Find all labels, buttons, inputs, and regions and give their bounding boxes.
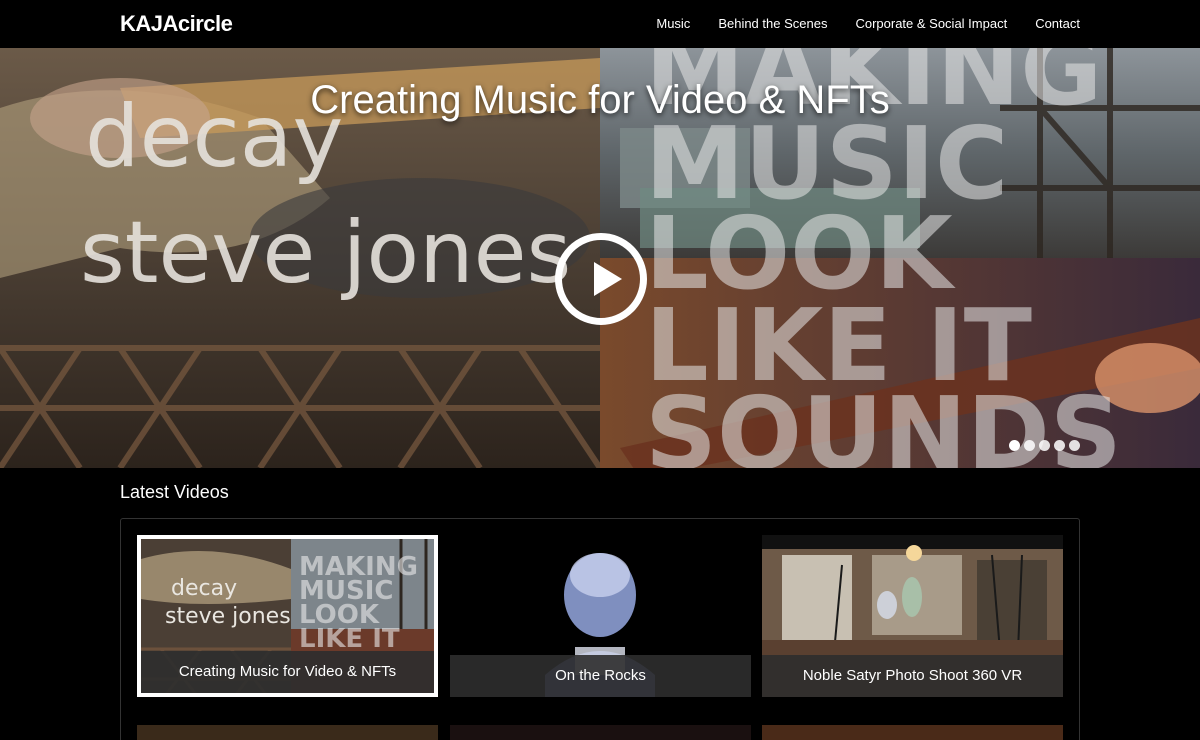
hero-carousel: decay steve jones MAKING MUSIC LOOK LIKE… (0, 48, 1200, 468)
carousel-dot-5[interactable] (1069, 440, 1080, 451)
video-caption: Noble Satyr Photo Shoot 360 VR (762, 655, 1063, 697)
thumb-text-decay: decay (171, 576, 237, 601)
video-card-partial-3[interactable] (762, 725, 1063, 740)
section-title-latest-videos: Latest Videos (120, 482, 229, 502)
main-nav: Music Behind the Scenes Corporate & Soci… (656, 16, 1080, 31)
hero-overlay-sounds: SOUNDS (645, 375, 1122, 468)
carousel-dot-3[interactable] (1039, 440, 1050, 451)
nav-contact[interactable]: Contact (1035, 16, 1080, 31)
hero-title: Creating Music for Video & NFTs (310, 78, 890, 122)
carousel-indicators (1009, 440, 1080, 451)
nav-corporate-social-impact[interactable]: Corporate & Social Impact (855, 16, 1007, 31)
nav-music[interactable]: Music (656, 16, 690, 31)
play-circle-icon[interactable] (555, 233, 647, 325)
thumb-text-artist: steve jones (165, 604, 291, 629)
play-triangle-icon (594, 262, 622, 296)
video-card-creating-music[interactable]: decay steve jones MAKING MUSIC LOOK LIKE… (137, 535, 438, 697)
nav-behind-the-scenes[interactable]: Behind the Scenes (718, 16, 827, 31)
video-card-on-the-rocks[interactable]: On the Rocks (450, 535, 751, 697)
video-card-noble-satyr[interactable]: Noble Satyr Photo Shoot 360 VR (762, 535, 1063, 697)
video-caption: On the Rocks (450, 655, 751, 697)
navbar: KAJAcircle Music Behind the Scenes Corpo… (0, 0, 1200, 48)
carousel-dot-1[interactable] (1009, 440, 1020, 451)
video-card-partial-2[interactable] (450, 725, 751, 740)
hero-overlay-artist: steve jones (80, 203, 571, 303)
video-caption: Creating Music for Video & NFTs (141, 651, 434, 693)
video-card-partial-1[interactable] (137, 725, 438, 740)
brand-logo[interactable]: KAJAcircle (120, 11, 233, 37)
carousel-dot-4[interactable] (1054, 440, 1065, 451)
carousel-dot-2[interactable] (1024, 440, 1035, 451)
latest-videos-panel: decay steve jones MAKING MUSIC LOOK LIKE… (120, 518, 1080, 740)
thumb-text-like-it: LIKE IT (299, 624, 400, 654)
